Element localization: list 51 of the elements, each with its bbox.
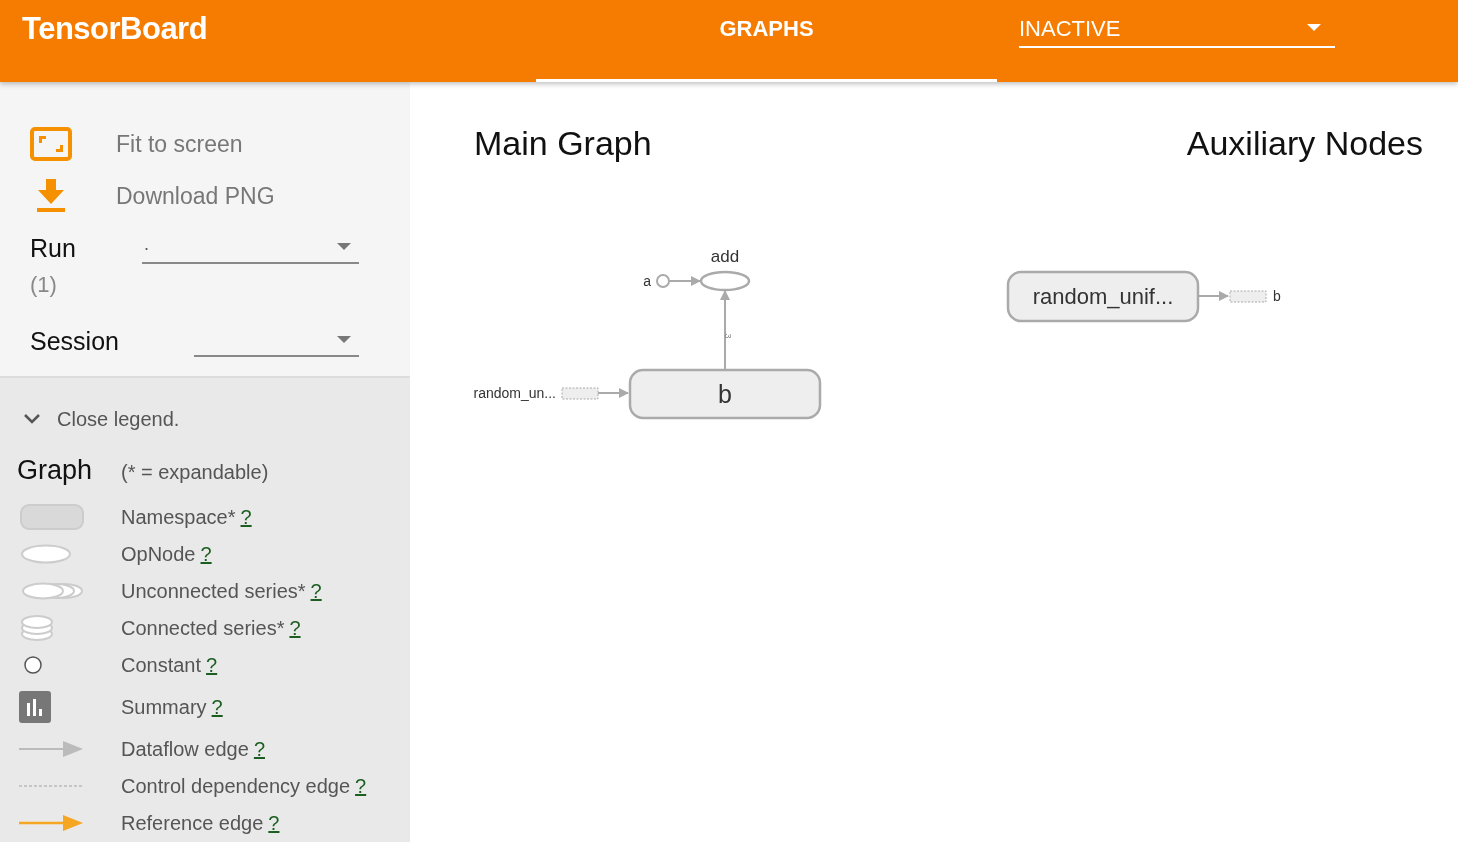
constant-icon [23, 655, 43, 675]
legend-toggle[interactable]: Close legend. [17, 404, 180, 434]
legend-label: Connected series* [121, 616, 285, 641]
field-label: Run [30, 233, 77, 264]
download-button[interactable]: Download PNG [30, 170, 275, 222]
opnode-icon [19, 543, 73, 565]
field-label: Session [30, 325, 120, 357]
op-node[interactable]: add [699, 247, 751, 292]
caret-icon [337, 243, 351, 250]
help-link[interactable]: ? [355, 771, 367, 801]
graph-title: Main Graph [474, 123, 652, 164]
legend-note: (* = expandable) [121, 460, 269, 485]
legend-label: Dataflow edge [121, 737, 249, 762]
fit-screen-button[interactable]: Fit to screen [30, 118, 243, 170]
bar-chart-icon [19, 691, 51, 723]
dataflow-edge [597, 388, 629, 398]
select-field[interactable]: . [142, 230, 359, 264]
run-count: (1) [30, 270, 58, 299]
legend-label: Summary [121, 695, 207, 720]
legend-label: OpNode [121, 542, 196, 567]
help-link[interactable]: ? [289, 613, 301, 643]
legend-label: Reference edge [121, 811, 264, 836]
dataflow-arrow-icon [19, 739, 85, 759]
legend-title: Graph [17, 454, 94, 487]
app-title: TensorBoard [21, 10, 208, 48]
dashed-line-icon [19, 784, 85, 788]
dataflow-edge [1198, 291, 1229, 301]
constant-node[interactable]: a [643, 273, 670, 289]
help-link[interactable]: ? [268, 808, 280, 838]
dataflow-edge [668, 276, 701, 286]
legend-label: Unconnected series* [121, 579, 306, 604]
help-link[interactable]: ? [310, 576, 322, 606]
caret-icon [337, 335, 351, 343]
legend-label: Namespace* [121, 505, 236, 530]
namespace-node[interactable]: random_unif... [1006, 270, 1200, 323]
help-link[interactable]: ? [206, 650, 218, 680]
fit-screen-icon [30, 127, 72, 161]
connected-series-icon [19, 614, 55, 642]
unconnected-series-icon [19, 581, 85, 601]
edge-label: 3 [723, 333, 733, 339]
stub-node[interactable]: random_un... [473, 385, 599, 401]
graph-title: Auxiliary Nodes [1186, 123, 1423, 164]
help-link[interactable]: ? [253, 734, 265, 764]
help-link[interactable]: ? [211, 692, 223, 722]
legend-label: Control dependency edge [121, 774, 351, 799]
reference-arrow-icon [19, 813, 85, 833]
namespace-node[interactable]: b [628, 368, 822, 420]
namespace-icon [19, 503, 85, 531]
help-link[interactable]: ? [240, 502, 252, 532]
help-link[interactable]: ? [200, 539, 212, 569]
legend-label: Constant [121, 653, 202, 678]
